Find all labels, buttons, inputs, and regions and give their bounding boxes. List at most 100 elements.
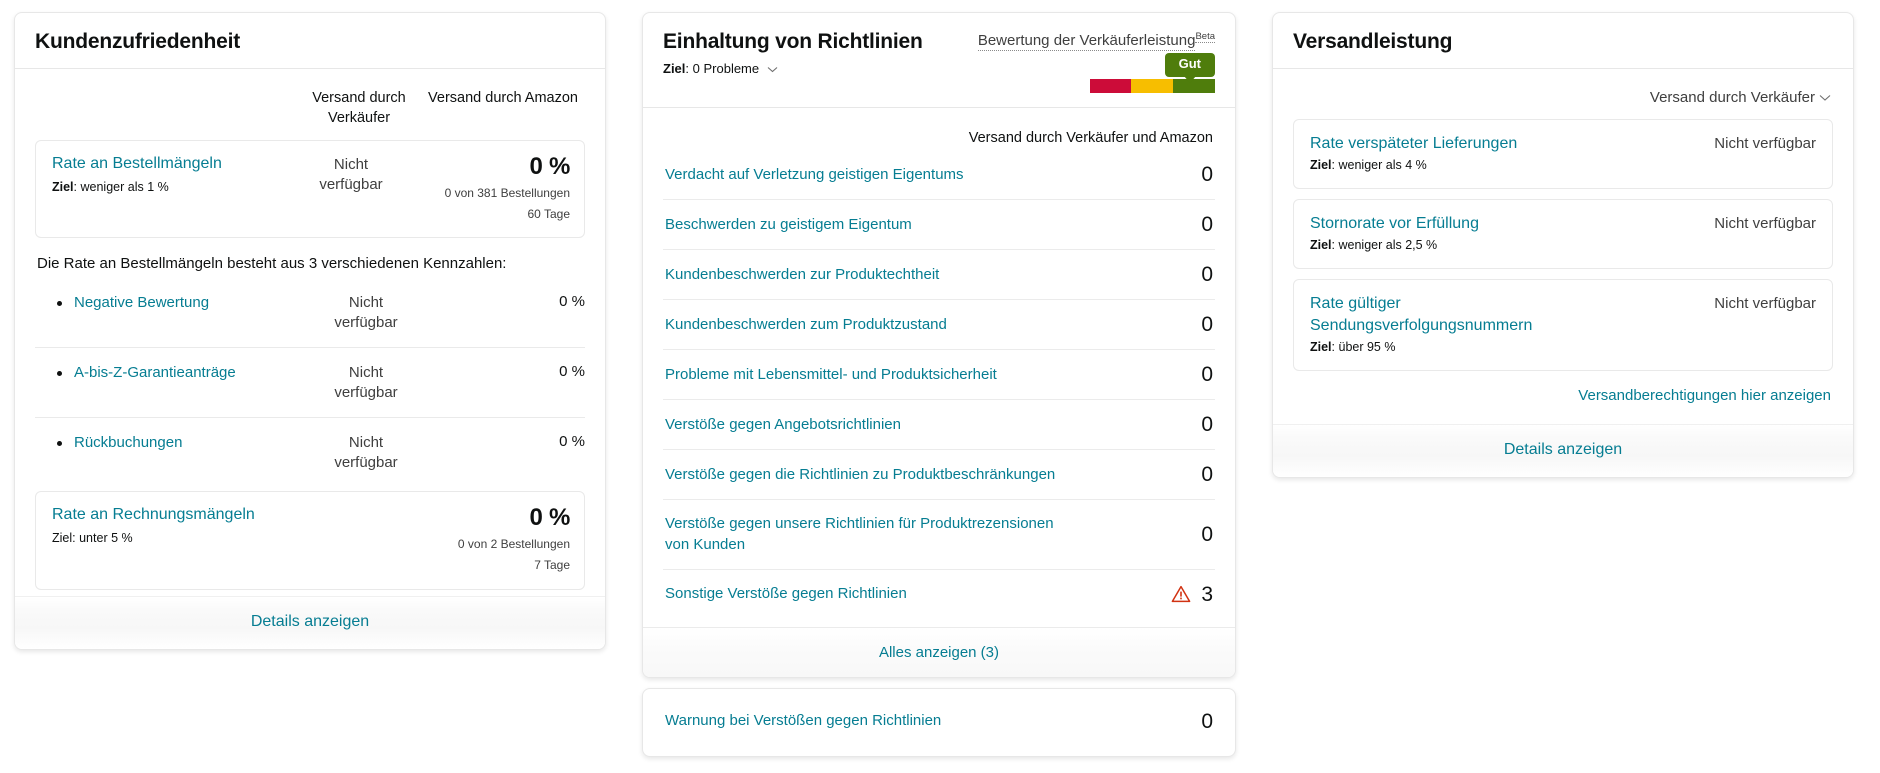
policy-compliance-title-group: Einhaltung von Richtlinien Ziel: 0 Probl…: [663, 29, 923, 78]
policy-warning-link[interactable]: Warnung bei Verstößen gegen Richtlinien: [665, 711, 941, 731]
policy-row: Verstöße gegen Angebotsrichtlinien 0: [663, 399, 1215, 449]
invoice-defect-rate-info: Rate an Rechnungsmängeln Ziel: unter 5 %: [52, 505, 292, 547]
policy-compliance-goal[interactable]: Ziel: 0 Probleme: [663, 60, 923, 78]
goal-label: Ziel: [52, 531, 73, 546]
shipping-metric: Rate verspäteter Lieferungen Ziel: wenige…: [1293, 119, 1833, 190]
policy-warning-value-group: 0: [1201, 711, 1213, 732]
policy-row: Sonstige Verstöße gegen Richtlinien 3: [663, 568, 1215, 619]
goal-value: : weniger als 4 %: [1331, 158, 1427, 173]
shipping-metric-value: Nicht verfügbar: [1714, 295, 1816, 313]
policy-item-link[interactable]: Beschwerden zu geistigem Eigentum: [665, 215, 912, 235]
shipping-metric-goal: Ziel: weniger als 2,5 %: [1310, 238, 1479, 252]
shipping-metric-goal: Ziel: weniger als 4 %: [1310, 158, 1517, 172]
policy-item-value-group: 0: [1201, 214, 1213, 235]
chevron-down-icon[interactable]: [1819, 94, 1831, 102]
breakdown-metric-link[interactable]: Negative Bewertung: [74, 293, 209, 313]
customer-satisfaction-details-link[interactable]: Details anzeigen: [251, 613, 369, 630]
policy-warning-body: Warnung bei Verstößen gegen Richtlinien …: [643, 689, 1235, 756]
invoice-defect-rate-value: 0 %: [529, 504, 571, 532]
policy-warning-row: Warnung bei Verstößen gegen Richtlinien …: [663, 689, 1215, 756]
policy-item-link[interactable]: Verstöße gegen die Richtlinien zu Produk…: [665, 465, 1055, 485]
bullet-icon: [57, 301, 62, 307]
policy-item-value-group: 0: [1201, 364, 1213, 385]
shipping-permissions-row: Versandberechtigungen hier anzeigen: [1293, 371, 1833, 408]
shipping-metric-value: Nicht verfügbar: [1714, 215, 1816, 233]
policy-item-link[interactable]: Kundenbeschwerden zum Produktzustand: [665, 315, 947, 335]
shipping-metric-info: Rate gültiger Sendungsverfolgungsnummern…: [1310, 293, 1570, 353]
page-title-shipping-performance: Versandleistung: [1293, 30, 1453, 53]
account-health-dashboard: Kundenzufriedenheit Versand durch Verkäuf…: [0, 0, 1880, 773]
policy-item-link[interactable]: Verstöße gegen Angebotsrichtlinien: [665, 415, 901, 435]
shipping-permissions-link[interactable]: Versandberechtigungen hier anzeigen: [1578, 387, 1831, 404]
order-defect-rate-metric: Rate an Bestellmängeln Ziel: weniger als…: [35, 140, 585, 239]
policy-item-value: 0: [1201, 313, 1213, 337]
policy-item-value-group: 0: [1201, 264, 1213, 285]
order-defect-rate-info: Rate an Bestellmängeln Ziel: weniger als…: [52, 154, 292, 196]
goal-value: : über 95 %: [1331, 339, 1396, 354]
shipping-metrics-list: Rate verspäteter Lieferungen Ziel: wenige…: [1293, 119, 1833, 371]
policy-item-link[interactable]: Sonstige Verstöße gegen Richtlinien: [665, 584, 907, 604]
policy-item-value-group: 0: [1201, 314, 1213, 335]
policy-item-value-group: 0: [1201, 464, 1213, 485]
shipping-performance-body: Versand durch Verkäufer Rate verspäteter…: [1273, 69, 1853, 423]
policy-row: Kundenbeschwerden zum Produktzustand 0: [663, 299, 1215, 349]
breakdown-row: Rückbuchungen Nicht verfügbar 0 %: [35, 418, 585, 487]
breakdown-metric-link[interactable]: Rückbuchungen: [74, 433, 182, 453]
policy-compliance-column: Einhaltung von Richtlinien Ziel: 0 Probl…: [642, 12, 1236, 773]
policy-compliance-header: Einhaltung von Richtlinien Ziel: 0 Probl…: [643, 13, 1235, 109]
breakdown-title: Die Rate an Bestellmängeln besteht aus 3…: [37, 255, 507, 273]
shipping-metric-link[interactable]: Rate gültiger Sendungsverfolgungsnummern: [1310, 293, 1570, 335]
shipping-performance-header: Versandleistung: [1273, 13, 1853, 70]
shipping-metric: Rate gültiger Sendungsverfolgungsnummern…: [1293, 279, 1833, 371]
invoice-defect-rate-order-count: 0 von 2 Bestellungen: [457, 536, 570, 551]
policy-row: Verdacht auf Verletzung geistigen Eigent…: [663, 156, 1215, 199]
order-defect-rate-amazon-cell: 0 % 0 von 381 Bestellungen 60 Tage: [410, 153, 571, 223]
policy-compliance-card: Einhaltung von Richtlinien Ziel: 0 Probl…: [642, 12, 1236, 678]
breakdown-amazon-value: 0 %: [559, 433, 585, 451]
customer-satisfaction-card: Kundenzufriedenheit Versand durch Verkäuf…: [14, 12, 606, 650]
policy-item-link[interactable]: Verstöße gegen unsere Richtlinien für Pr…: [665, 514, 1065, 555]
policy-item-link[interactable]: Probleme mit Lebensmittel- und Produktsi…: [665, 365, 997, 385]
goal-value: : weniger als 2,5 %: [1331, 238, 1438, 253]
policy-item-value: 3: [1201, 582, 1213, 606]
shipping-metric-value: Nicht verfügbar: [1714, 135, 1816, 153]
warning-triangle-icon: [1171, 586, 1191, 603]
seller-performance-rating-group: Bewertung der VerkäuferleistungBeta Gut: [977, 29, 1215, 94]
shipping-performance-column: Versandleistung Versand durch Verkäufer …: [1272, 12, 1854, 773]
order-defect-rate-amazon-value: 0 %: [529, 153, 571, 181]
seller-performance-rating-link[interactable]: Bewertung der Verkäuferleistung: [977, 32, 1196, 52]
order-defect-rate-link[interactable]: Rate an Bestellmängeln: [52, 154, 284, 175]
column-header-seller-fulfilled: Versand durch Verkäufer: [312, 90, 406, 126]
order-defect-rate-order-count: 0 von 381 Bestellungen: [444, 185, 570, 200]
beta-badge: Beta: [1195, 31, 1215, 43]
gauge-segment-red: [1090, 79, 1131, 94]
policy-show-all-row[interactable]: Alles anzeigen (3): [643, 626, 1235, 677]
goal-value: unter 5 %: [79, 531, 133, 546]
invoice-defect-rate-goal: Ziel: unter 5 %: [52, 531, 133, 546]
policy-show-all-link[interactable]: Alles anzeigen (3): [879, 644, 999, 661]
customer-satisfaction-body: Versand durch Verkäufer Versand durch Ama…: [15, 69, 605, 595]
invoice-defect-rate-value-cell: 0 % 0 von 2 Bestellungen 7 Tage: [410, 505, 570, 574]
policy-warning-value: 0: [1201, 709, 1213, 733]
shipping-channel-selector[interactable]: Versand durch Verkäufer: [1293, 83, 1833, 119]
policy-item-value: 0: [1201, 213, 1213, 237]
breakdown-row-left: Rückbuchungen: [35, 433, 307, 453]
breakdown-amazon-value: 0 %: [559, 293, 585, 311]
chevron-down-icon[interactable]: [767, 66, 778, 73]
invoice-defect-rate-link[interactable]: Rate an Rechnungsmängeln: [52, 505, 284, 526]
policy-row: Probleme mit Lebensmittel- und Produktsi…: [663, 349, 1215, 399]
policy-item-link[interactable]: Verdacht auf Verletzung geistigen Eigent…: [665, 165, 964, 185]
breakdown-metric-link[interactable]: A-bis-Z-Garantieanträge: [74, 363, 236, 383]
customer-satisfaction-footer: Details anzeigen: [15, 595, 605, 649]
shipping-metric-link[interactable]: Rate verspäteter Lieferungen: [1310, 133, 1517, 154]
shipping-metric-link[interactable]: Stornorate vor Erfüllung: [1310, 213, 1479, 234]
shipping-performance-details-link[interactable]: Details anzeigen: [1504, 441, 1622, 458]
goal-value: weniger als 1 %: [80, 180, 169, 195]
breakdown-row-left: Negative Bewertung: [35, 293, 307, 313]
breakdown-seller-value: Nicht verfügbar: [334, 294, 398, 331]
shipping-metric-info: Stornorate vor Erfüllung Ziel: weniger al…: [1310, 213, 1479, 252]
policy-row: Verstöße gegen unsere Richtlinien für Pr…: [663, 499, 1215, 569]
goal-value: 0 Probleme: [692, 61, 760, 77]
bullet-icon: [57, 441, 62, 447]
policy-item-link[interactable]: Kundenbeschwerden zur Produktechtheit: [665, 265, 939, 285]
